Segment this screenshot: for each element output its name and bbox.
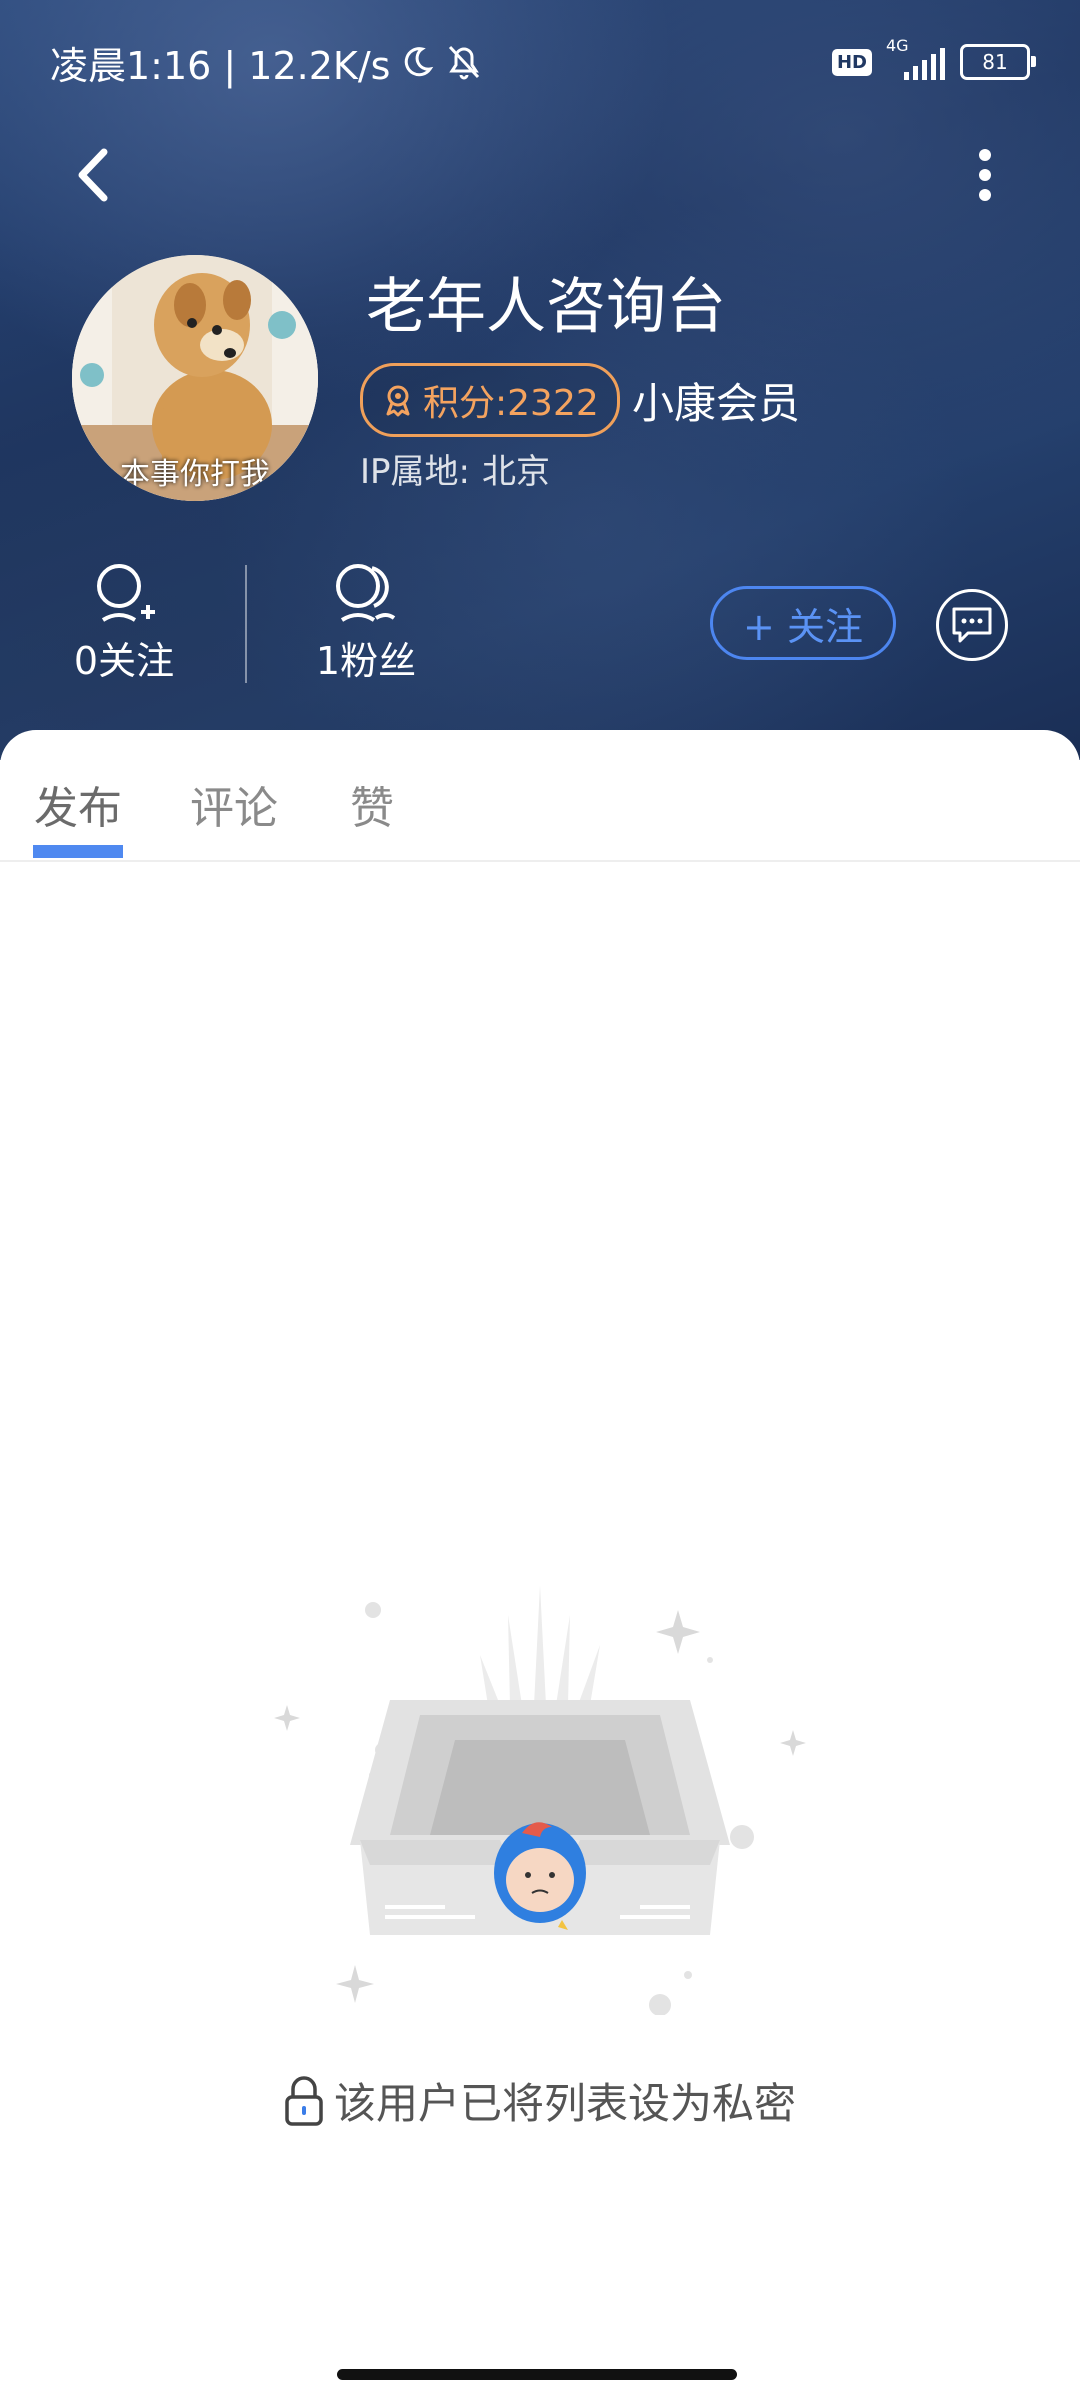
member-level[interactable]: 小康会员	[632, 370, 800, 431]
medal-icon	[386, 385, 410, 417]
empty-box-illustration	[274, 1585, 806, 2015]
ip-label: IP属地:	[360, 452, 470, 492]
points-badge[interactable]: 积分:2322	[360, 363, 620, 437]
avatar-caption: 本事你打我	[120, 457, 270, 492]
status-time-speed: 凌晨1:16 | 12.2K/s	[50, 43, 391, 88]
users-icon	[336, 564, 396, 622]
private-notice: 该用户已将列表设为私密	[0, 2070, 1080, 2131]
followers-stat[interactable]: 1粉丝	[286, 560, 446, 685]
profile-header: 凌晨1:16 | 12.2K/s HD 4G 81 本事你打我 老年人咨询台 积…	[0, 0, 1080, 760]
points-label: 积分:2322	[423, 383, 599, 424]
username: 老年人咨询台	[366, 272, 726, 342]
tab-likes[interactable]: 赞	[350, 772, 394, 836]
tab-comments[interactable]: 评论	[190, 772, 278, 836]
tab-indicator	[33, 845, 123, 858]
stats-divider	[245, 565, 247, 683]
tab-posts[interactable]: 发布	[34, 772, 122, 836]
battery-icon: 81	[960, 44, 1036, 80]
moon-icon	[405, 47, 434, 77]
content-sheet: 发布 评论 赞	[0, 730, 1080, 2400]
chat-icon	[952, 607, 992, 643]
private-message: 该用户已将列表设为私密	[333, 2079, 796, 2128]
back-icon[interactable]	[60, 140, 130, 210]
home-indicator[interactable]	[337, 2369, 737, 2380]
tab-bar: 发布 评论 赞	[0, 730, 1080, 862]
add-user-icon	[97, 564, 155, 622]
ip-value: 北京	[482, 452, 550, 492]
avatar[interactable]: 本事你打我	[72, 255, 318, 501]
signal-icon: 4G	[886, 36, 946, 82]
ip-location: IP属地: 北京	[360, 444, 550, 493]
follow-button[interactable]: + 关注	[710, 586, 896, 660]
following-stat[interactable]: 0关注	[44, 560, 204, 685]
battery-level: 81	[982, 50, 1008, 74]
message-button[interactable]	[936, 589, 1008, 661]
hd-badge: HD	[831, 48, 872, 76]
followers-count: 1粉丝	[315, 639, 417, 683]
following-count: 0关注	[73, 639, 175, 683]
lock-icon	[285, 2075, 323, 2126]
mute-bell-icon	[449, 45, 480, 80]
status-bar: 凌晨1:16 | 12.2K/s HD 4G 81	[50, 34, 1036, 90]
more-vertical-icon[interactable]	[960, 140, 1010, 210]
